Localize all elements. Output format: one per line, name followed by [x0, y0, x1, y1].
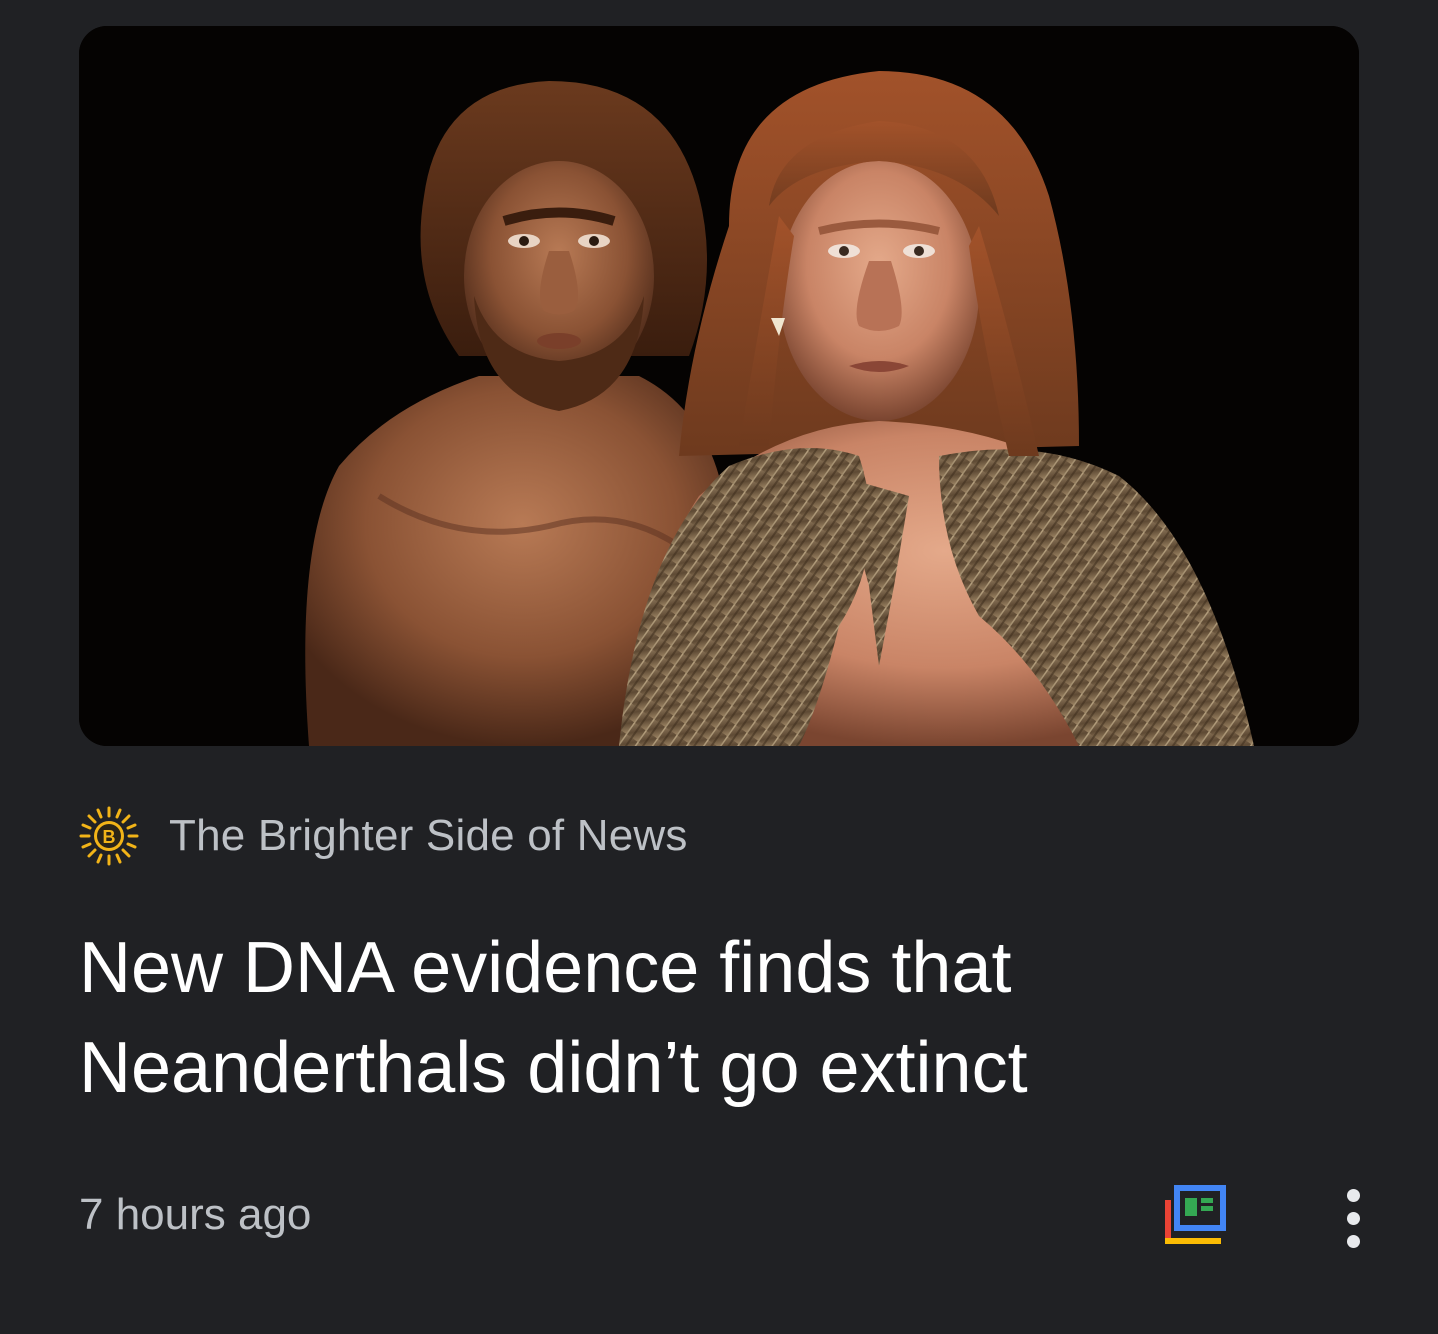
- article-image[interactable]: [79, 26, 1359, 746]
- more-vert-icon-dot: [1346, 1211, 1360, 1225]
- svg-text:B: B: [103, 827, 116, 847]
- source-logo-icon: B: [79, 806, 139, 866]
- timestamp: 7 hours ago: [79, 1190, 312, 1239]
- article-headline[interactable]: New DNA evidence finds that Neanderthals…: [79, 918, 1339, 1118]
- source-name[interactable]: The Brighter Side of News: [169, 811, 688, 861]
- card-footer: 7 hours ago: [79, 1180, 1369, 1260]
- more-vert-icon: [1346, 1188, 1360, 1202]
- more-options-button[interactable]: [1323, 1180, 1383, 1256]
- neanderthal-illustration: [79, 26, 1359, 746]
- more-vert-icon-dot: [1346, 1234, 1360, 1248]
- source-row[interactable]: B The Brighter Side of News: [79, 804, 688, 868]
- full-coverage-icon: [1165, 1185, 1226, 1244]
- full-coverage-button[interactable]: [1163, 1184, 1227, 1248]
- news-card[interactable]: B The Brighter Side of News New DNA evid…: [0, 0, 1438, 1334]
